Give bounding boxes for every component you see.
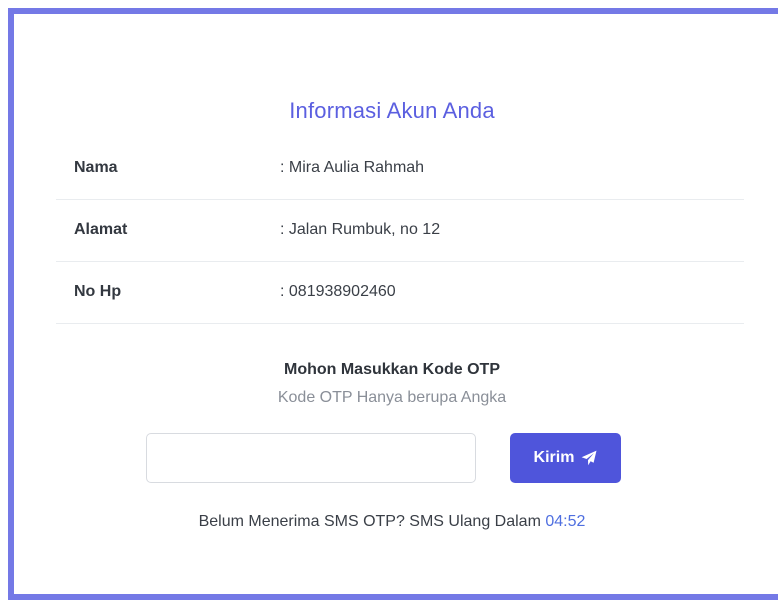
otp-hint: Kode OTP Hanya berupa Angka: [277, 389, 507, 406]
paper-plane-icon: [581, 450, 597, 466]
name-value: : Mira Aulia Rahmah: [280, 159, 425, 176]
otp-heading: Mohon Masukkan Kode OTP: [283, 361, 500, 378]
account-info-table: Nama : Mira Aulia Rahmah Alamat : Jalan …: [56, 138, 744, 324]
address-label: Alamat: [74, 221, 128, 238]
info-row-address: Alamat : Jalan Rumbuk, no 12: [56, 200, 744, 262]
address-value: : Jalan Rumbuk, no 12: [280, 221, 441, 238]
send-otp-button[interactable]: Kirim: [510, 433, 621, 483]
name-label: Nama: [74, 159, 118, 176]
phone-value: : 081938902460: [280, 283, 396, 300]
card-title: Informasi Akun Anda: [289, 98, 495, 123]
phone-label: No Hp: [74, 283, 122, 300]
info-row-name: Nama : Mira Aulia Rahmah: [56, 138, 744, 200]
resend-text: Belum Menerima SMS OTP? SMS Ulang Dalam: [198, 513, 546, 530]
resend-message: Belum Menerima SMS OTP? SMS Ulang Dalam …: [0, 513, 784, 531]
info-row-phone: No Hp : 081938902460: [56, 262, 744, 324]
resend-countdown: 04:52: [545, 513, 586, 530]
otp-input[interactable]: [146, 433, 476, 483]
send-button-label: Kirim: [533, 449, 575, 466]
